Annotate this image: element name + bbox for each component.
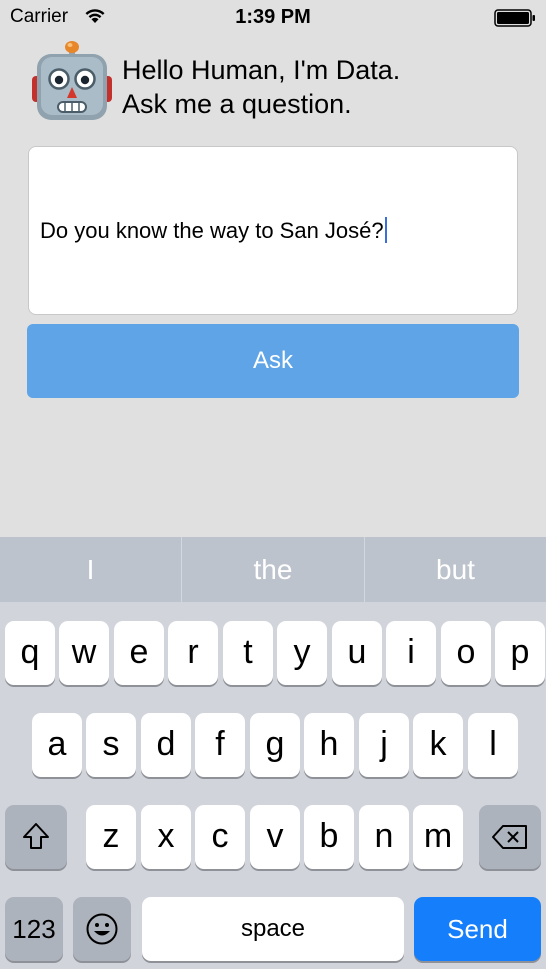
- greeting-line-1: Hello Human, I'm Data.: [122, 55, 401, 85]
- key-k[interactable]: k: [413, 713, 463, 777]
- backspace-icon: [479, 805, 541, 855]
- key-y[interactable]: y: [277, 621, 327, 685]
- key-p[interactable]: p: [495, 621, 545, 685]
- key-u[interactable]: u: [332, 621, 382, 685]
- key-e[interactable]: e: [114, 621, 164, 685]
- suggestion-bar: I the but: [0, 537, 546, 602]
- greeting-line-2: Ask me a question.: [122, 89, 352, 119]
- numbers-key[interactable]: 123: [5, 897, 63, 961]
- key-o[interactable]: o: [441, 621, 491, 685]
- emoji-key[interactable]: [73, 897, 131, 961]
- shift-icon: [5, 805, 67, 856]
- key-j[interactable]: j: [359, 713, 409, 777]
- key-x[interactable]: x: [141, 805, 191, 869]
- key-i[interactable]: i: [386, 621, 436, 685]
- key-n[interactable]: n: [359, 805, 409, 869]
- text-cursor: [384, 217, 387, 243]
- key-s[interactable]: s: [86, 713, 136, 777]
- suggestion-item-1[interactable]: I: [0, 537, 181, 602]
- shift-key[interactable]: [5, 805, 67, 869]
- backspace-key[interactable]: [479, 805, 541, 869]
- key-b[interactable]: b: [304, 805, 354, 869]
- key-v[interactable]: v: [250, 805, 300, 869]
- key-m[interactable]: m: [413, 805, 463, 869]
- suggestion-item-3[interactable]: but: [365, 537, 546, 602]
- question-text: Do you know the way to San José?: [40, 218, 384, 243]
- greeting: Hello Human, I'm Data. Ask me a question…: [122, 53, 400, 121]
- clock: 1:39 PM: [235, 6, 311, 28]
- send-key[interactable]: Send: [414, 897, 541, 961]
- status-bar: Carrier 1:39 PM: [0, 0, 546, 36]
- key-a[interactable]: a: [32, 713, 82, 777]
- key-w[interactable]: w: [59, 621, 109, 685]
- robot-icon: [32, 40, 112, 129]
- suggestion-item-2[interactable]: the: [182, 537, 364, 602]
- question-input[interactable]: Do you know the way to San José?: [28, 146, 518, 315]
- ask-button[interactable]: Ask: [27, 324, 519, 398]
- keyboard: q w e r t y u i o p a s d f g h j k l z …: [0, 602, 546, 969]
- key-g[interactable]: g: [250, 713, 300, 777]
- key-h[interactable]: h: [304, 713, 354, 777]
- key-z[interactable]: z: [86, 805, 136, 869]
- key-c[interactable]: c: [195, 805, 245, 869]
- space-key[interactable]: space: [142, 897, 404, 961]
- emoji-icon: [73, 897, 131, 951]
- key-r[interactable]: r: [168, 621, 218, 685]
- key-q[interactable]: q: [5, 621, 55, 685]
- key-l[interactable]: l: [468, 713, 518, 777]
- key-d[interactable]: d: [141, 713, 191, 777]
- battery-icon: [494, 9, 535, 27]
- key-t[interactable]: t: [223, 621, 273, 685]
- key-f[interactable]: f: [195, 713, 245, 777]
